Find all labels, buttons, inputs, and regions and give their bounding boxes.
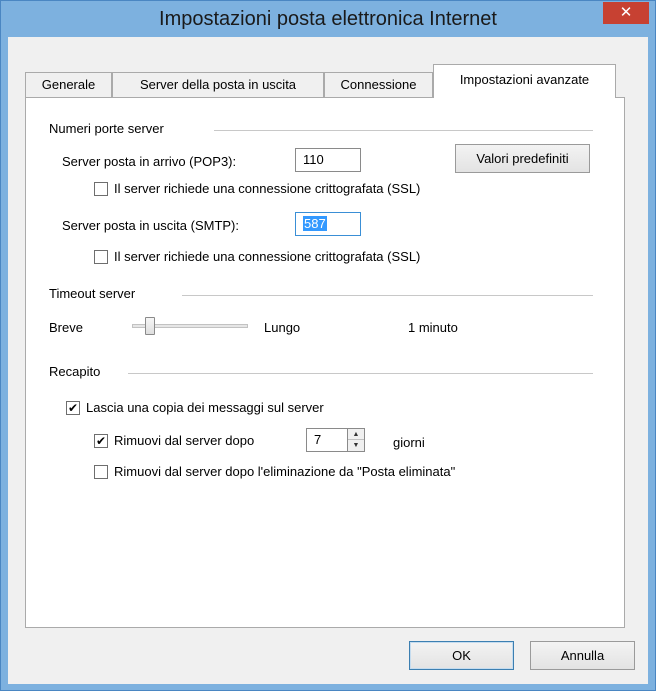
window-title: Impostazioni posta elettronica Internet xyxy=(159,8,497,30)
outgoing-ssl-label: Il server richiede una connessione critt… xyxy=(114,249,421,264)
tab-server-posta-uscita[interactable]: Server della posta in uscita xyxy=(112,72,324,97)
spinner-down-icon[interactable]: ▼ xyxy=(348,440,364,451)
group-divider xyxy=(182,295,593,296)
timeout-slider-thumb[interactable] xyxy=(144,317,155,335)
timeout-long-label: Lungo xyxy=(264,320,301,335)
close-icon: ✕ xyxy=(619,4,633,21)
close-button[interactable]: ✕ xyxy=(603,2,649,24)
group-label-ports: Numeri porte server xyxy=(49,121,168,136)
spinner-up-icon[interactable]: ▲ xyxy=(348,429,364,440)
remove-after-label: Rimuovi dal server dopo xyxy=(114,433,255,448)
timeout-value: 1 minuto xyxy=(408,320,458,335)
group-divider xyxy=(128,373,593,374)
incoming-ssl-checkbox[interactable] xyxy=(94,182,108,196)
cancel-button[interactable]: Annulla xyxy=(530,641,635,670)
leave-copy-checkbox[interactable]: ✔ xyxy=(66,401,80,415)
remove-deleted-checkbox[interactable] xyxy=(94,465,108,479)
leave-copy-label: Lascia una copia dei messaggi sul server xyxy=(86,400,324,415)
outgoing-ssl-checkbox[interactable] xyxy=(94,250,108,264)
outgoing-port-input[interactable]: 587 xyxy=(295,212,361,236)
group-divider xyxy=(214,130,593,131)
incoming-port-input[interactable]: 110 xyxy=(295,148,361,172)
dialog-client-area: Generale Server della posta in uscita Co… xyxy=(8,37,648,684)
remove-deleted-label: Rimuovi dal server dopo l'eliminazione d… xyxy=(114,464,456,479)
days-unit-label: giorni xyxy=(393,435,425,450)
tab-connessione[interactable]: Connessione xyxy=(324,72,433,97)
tab-impostazioni-avanzate[interactable]: Impostazioni avanzate xyxy=(433,64,616,98)
outgoing-port-label: Server posta in uscita (SMTP): xyxy=(62,218,239,233)
title-bar[interactable]: Impostazioni posta elettronica Internet … xyxy=(1,1,655,37)
incoming-port-label: Server posta in arrivo (POP3): xyxy=(62,154,237,169)
remove-after-checkbox[interactable]: ✔ xyxy=(94,434,108,448)
group-label-timeout: Timeout server xyxy=(49,286,140,301)
default-values-button[interactable]: Valori predefiniti xyxy=(455,144,590,173)
tab-panel-advanced: Numeri porte server Server posta in arri… xyxy=(25,97,625,628)
tab-strip: Generale Server della posta in uscita Co… xyxy=(25,64,625,98)
ok-button[interactable]: OK xyxy=(409,641,514,670)
dialog-window: Impostazioni posta elettronica Internet … xyxy=(0,0,656,691)
days-spinner[interactable]: ▲ ▼ xyxy=(348,428,365,452)
group-label-delivery: Recapito xyxy=(49,364,105,379)
timeout-short-label: Breve xyxy=(49,320,83,335)
tab-generale[interactable]: Generale xyxy=(25,72,112,97)
incoming-ssl-label: Il server richiede una connessione critt… xyxy=(114,181,421,196)
days-input[interactable]: 7 xyxy=(306,428,348,452)
